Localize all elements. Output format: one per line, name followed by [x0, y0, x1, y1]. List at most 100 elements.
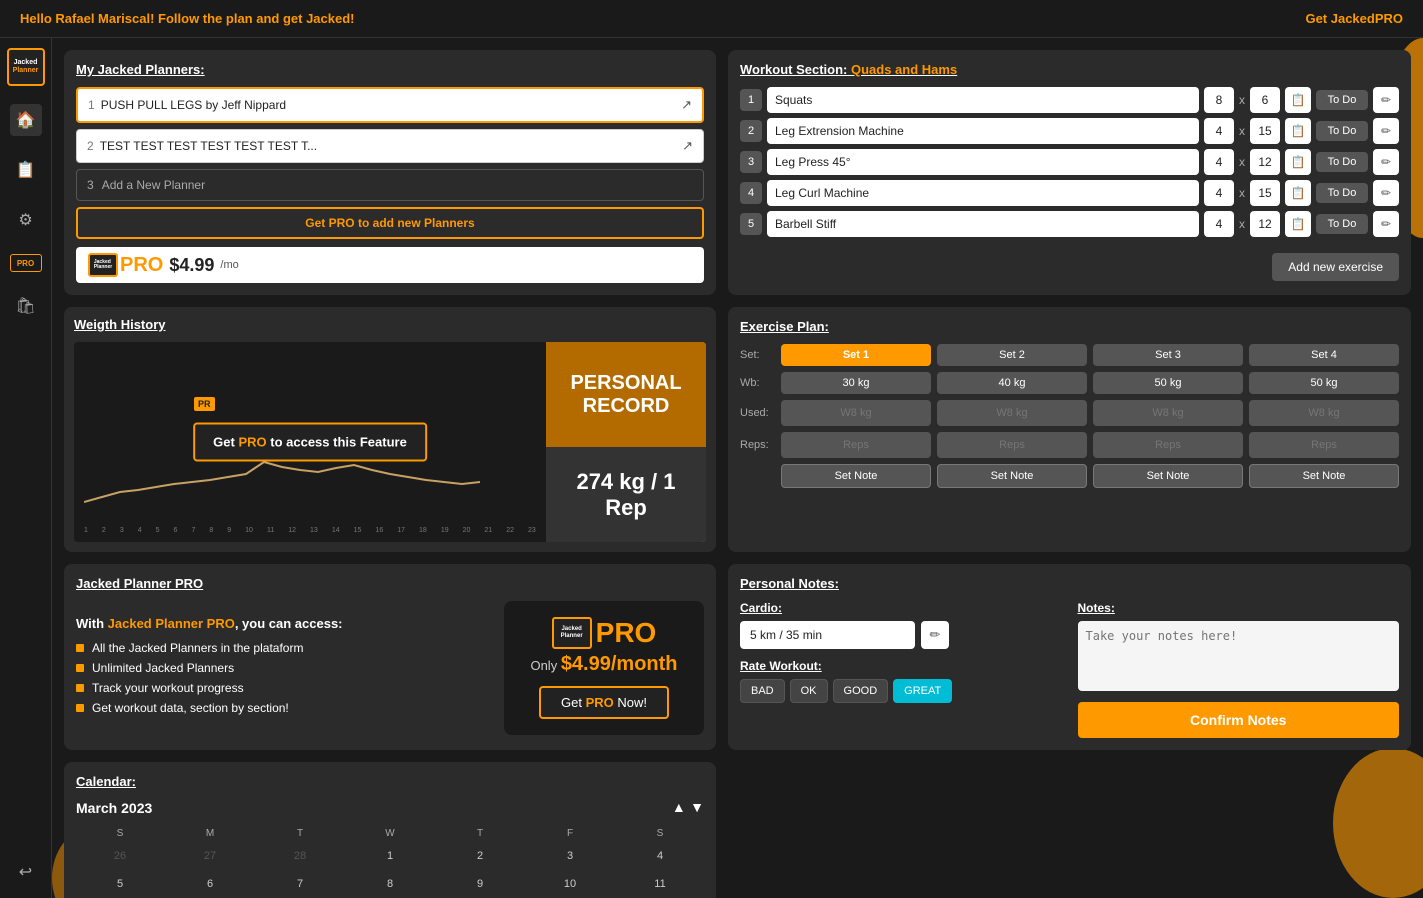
- ex-todo-btn-5[interactable]: To Do: [1316, 214, 1368, 234]
- ex-name-input-5[interactable]: [767, 211, 1199, 237]
- sidebar-item-logout[interactable]: ↩: [10, 856, 42, 888]
- cal-header-w: W: [346, 825, 434, 842]
- cal-day[interactable]: 2: [436, 844, 524, 870]
- ex-copy-btn-5[interactable]: 📋: [1285, 211, 1311, 237]
- btn-get-pro-now[interactable]: Get PRO Now!: [539, 686, 669, 719]
- pro-feature-text-1: All the Jacked Planners in the plataform: [92, 641, 303, 655]
- ep-reps-4[interactable]: [1249, 432, 1399, 458]
- notes-inner: Cardio: ✏ Rate Workout: BAD OK GOOD GREA…: [740, 601, 1399, 738]
- cal-next-btn[interactable]: ▼: [690, 799, 704, 815]
- ex-reps-2[interactable]: [1250, 118, 1280, 144]
- cardio-input[interactable]: [740, 621, 915, 649]
- ex-edit-btn-2[interactable]: ✏: [1373, 118, 1399, 144]
- cal-day[interactable]: 10: [526, 872, 614, 898]
- get-pro-top[interactable]: Get JackedPRO: [1305, 11, 1403, 26]
- ex-sets-3[interactable]: [1204, 149, 1234, 175]
- ex-sets-4[interactable]: [1204, 180, 1234, 206]
- ex-edit-btn-5[interactable]: ✏: [1373, 211, 1399, 237]
- ex-name-input-2[interactable]: [767, 118, 1199, 144]
- ep-used-2[interactable]: [937, 400, 1087, 426]
- ex-x-1: x: [1239, 93, 1245, 107]
- cal-day[interactable]: 8: [346, 872, 434, 898]
- ex-edit-btn-3[interactable]: ✏: [1373, 149, 1399, 175]
- planner-item-2[interactable]: 2TEST TEST TEST TEST TEST TEST T... ↗: [76, 129, 704, 163]
- btn-add-exercise[interactable]: Add new exercise: [1272, 253, 1399, 281]
- ex-name-input-3[interactable]: [767, 149, 1199, 175]
- rate-ok-btn[interactable]: OK: [790, 679, 828, 703]
- ep-reps-3[interactable]: [1093, 432, 1243, 458]
- ep-used-3[interactable]: [1093, 400, 1243, 426]
- ex-todo-btn-3[interactable]: To Do: [1316, 152, 1368, 172]
- sidebar-item-plans[interactable]: 📋: [10, 154, 42, 186]
- sidebar-item-home[interactable]: 🏠: [10, 104, 42, 136]
- ex-copy-btn-3[interactable]: 📋: [1285, 149, 1311, 175]
- ep-used-4[interactable]: [1249, 400, 1399, 426]
- planner-1-name: PUSH PULL LEGS by Jeff Nippard: [101, 98, 286, 112]
- ex-todo-btn-2[interactable]: To Do: [1316, 121, 1368, 141]
- cardio-edit-btn[interactable]: ✏: [921, 621, 949, 649]
- ep-reps-1[interactable]: [781, 432, 931, 458]
- cal-day[interactable]: 27: [166, 844, 254, 870]
- exercise-row-2: 2 x 📋 To Do ✏: [740, 118, 1399, 144]
- cal-day[interactable]: 1: [346, 844, 434, 870]
- pro-overlay-btn[interactable]: Get PRO to access this Feature: [193, 423, 427, 462]
- cal-day[interactable]: 3: [526, 844, 614, 870]
- pro-price-value: $4.99: [169, 255, 214, 276]
- ex-reps-4[interactable]: [1250, 180, 1280, 206]
- ep-note-btn-4[interactable]: Set Note: [1249, 464, 1399, 488]
- ep-set4-btn[interactable]: Set 4: [1249, 344, 1399, 366]
- rate-buttons: BAD OK GOOD GREAT: [740, 679, 1062, 703]
- sidebar-item-settings[interactable]: ⚙: [10, 204, 42, 236]
- planner-1-open-icon[interactable]: ↗: [681, 97, 692, 113]
- cal-day[interactable]: 9: [436, 872, 524, 898]
- cal-day[interactable]: 6: [166, 872, 254, 898]
- btn-get-pro-planners[interactable]: Get PRO to add new Planners: [76, 207, 704, 239]
- rate-great-btn[interactable]: GREAT: [893, 679, 952, 703]
- cal-day[interactable]: 11: [616, 872, 704, 898]
- sidebar-item-pro[interactable]: PRO: [10, 254, 42, 272]
- sidebar-logo[interactable]: JackedPlanner: [7, 48, 45, 86]
- ep-note-btn-1[interactable]: Set Note: [781, 464, 931, 488]
- planner-add-num: 3: [87, 178, 94, 192]
- ex-edit-btn-4[interactable]: ✏: [1373, 180, 1399, 206]
- rate-good-btn[interactable]: GOOD: [833, 679, 889, 703]
- ep-set3-btn[interactable]: Set 3: [1093, 344, 1243, 366]
- planner-2-open-icon[interactable]: ↗: [682, 138, 693, 154]
- ep-used-1[interactable]: [781, 400, 931, 426]
- notes-section: Notes: Confirm Notes: [1078, 601, 1400, 738]
- ep-note-btn-2[interactable]: Set Note: [937, 464, 1087, 488]
- ep-set1-btn[interactable]: Set 1: [781, 344, 931, 366]
- ex-reps-3[interactable]: [1250, 149, 1280, 175]
- cal-day[interactable]: 7: [256, 872, 344, 898]
- ep-set-row: Set: Set 1 Set 2 Set 3 Set 4: [740, 344, 1399, 366]
- pro-cta-price: Only $4.99/month: [520, 653, 688, 676]
- ex-copy-btn-1[interactable]: 📋: [1285, 87, 1311, 113]
- ex-sets-2[interactable]: [1204, 118, 1234, 144]
- ex-name-input-4[interactable]: [767, 180, 1199, 206]
- notes-textarea[interactable]: [1078, 621, 1400, 691]
- ex-copy-btn-2[interactable]: 📋: [1285, 118, 1311, 144]
- cal-prev-btn[interactable]: ▲: [672, 799, 686, 815]
- ex-todo-btn-1[interactable]: To Do: [1316, 90, 1368, 110]
- cal-day[interactable]: 28: [256, 844, 344, 870]
- ex-edit-btn-1[interactable]: ✏: [1373, 87, 1399, 113]
- ex-reps-1[interactable]: [1250, 87, 1280, 113]
- planner-item-1[interactable]: 1PUSH PULL LEGS by Jeff Nippard ↗: [76, 87, 704, 123]
- ep-wb-val-1: 30 kg: [781, 372, 931, 394]
- rate-bad-btn[interactable]: BAD: [740, 679, 785, 703]
- btn-confirm-notes[interactable]: Confirm Notes: [1078, 702, 1400, 738]
- cal-day[interactable]: 5: [76, 872, 164, 898]
- ex-sets-1[interactable]: [1204, 87, 1234, 113]
- ex-todo-btn-4[interactable]: To Do: [1316, 183, 1368, 203]
- ex-reps-5[interactable]: [1250, 211, 1280, 237]
- sidebar-item-shop[interactable]: 🛍: [10, 290, 42, 322]
- ex-copy-btn-4[interactable]: 📋: [1285, 180, 1311, 206]
- ep-reps-2[interactable]: [937, 432, 1087, 458]
- ep-set2-btn[interactable]: Set 2: [937, 344, 1087, 366]
- pr-value: 274 kg / 1 Rep: [546, 447, 706, 542]
- ex-sets-5[interactable]: [1204, 211, 1234, 237]
- cal-day[interactable]: 26: [76, 844, 164, 870]
- cal-day[interactable]: 4: [616, 844, 704, 870]
- ex-name-input-1[interactable]: [767, 87, 1199, 113]
- ep-note-btn-3[interactable]: Set Note: [1093, 464, 1243, 488]
